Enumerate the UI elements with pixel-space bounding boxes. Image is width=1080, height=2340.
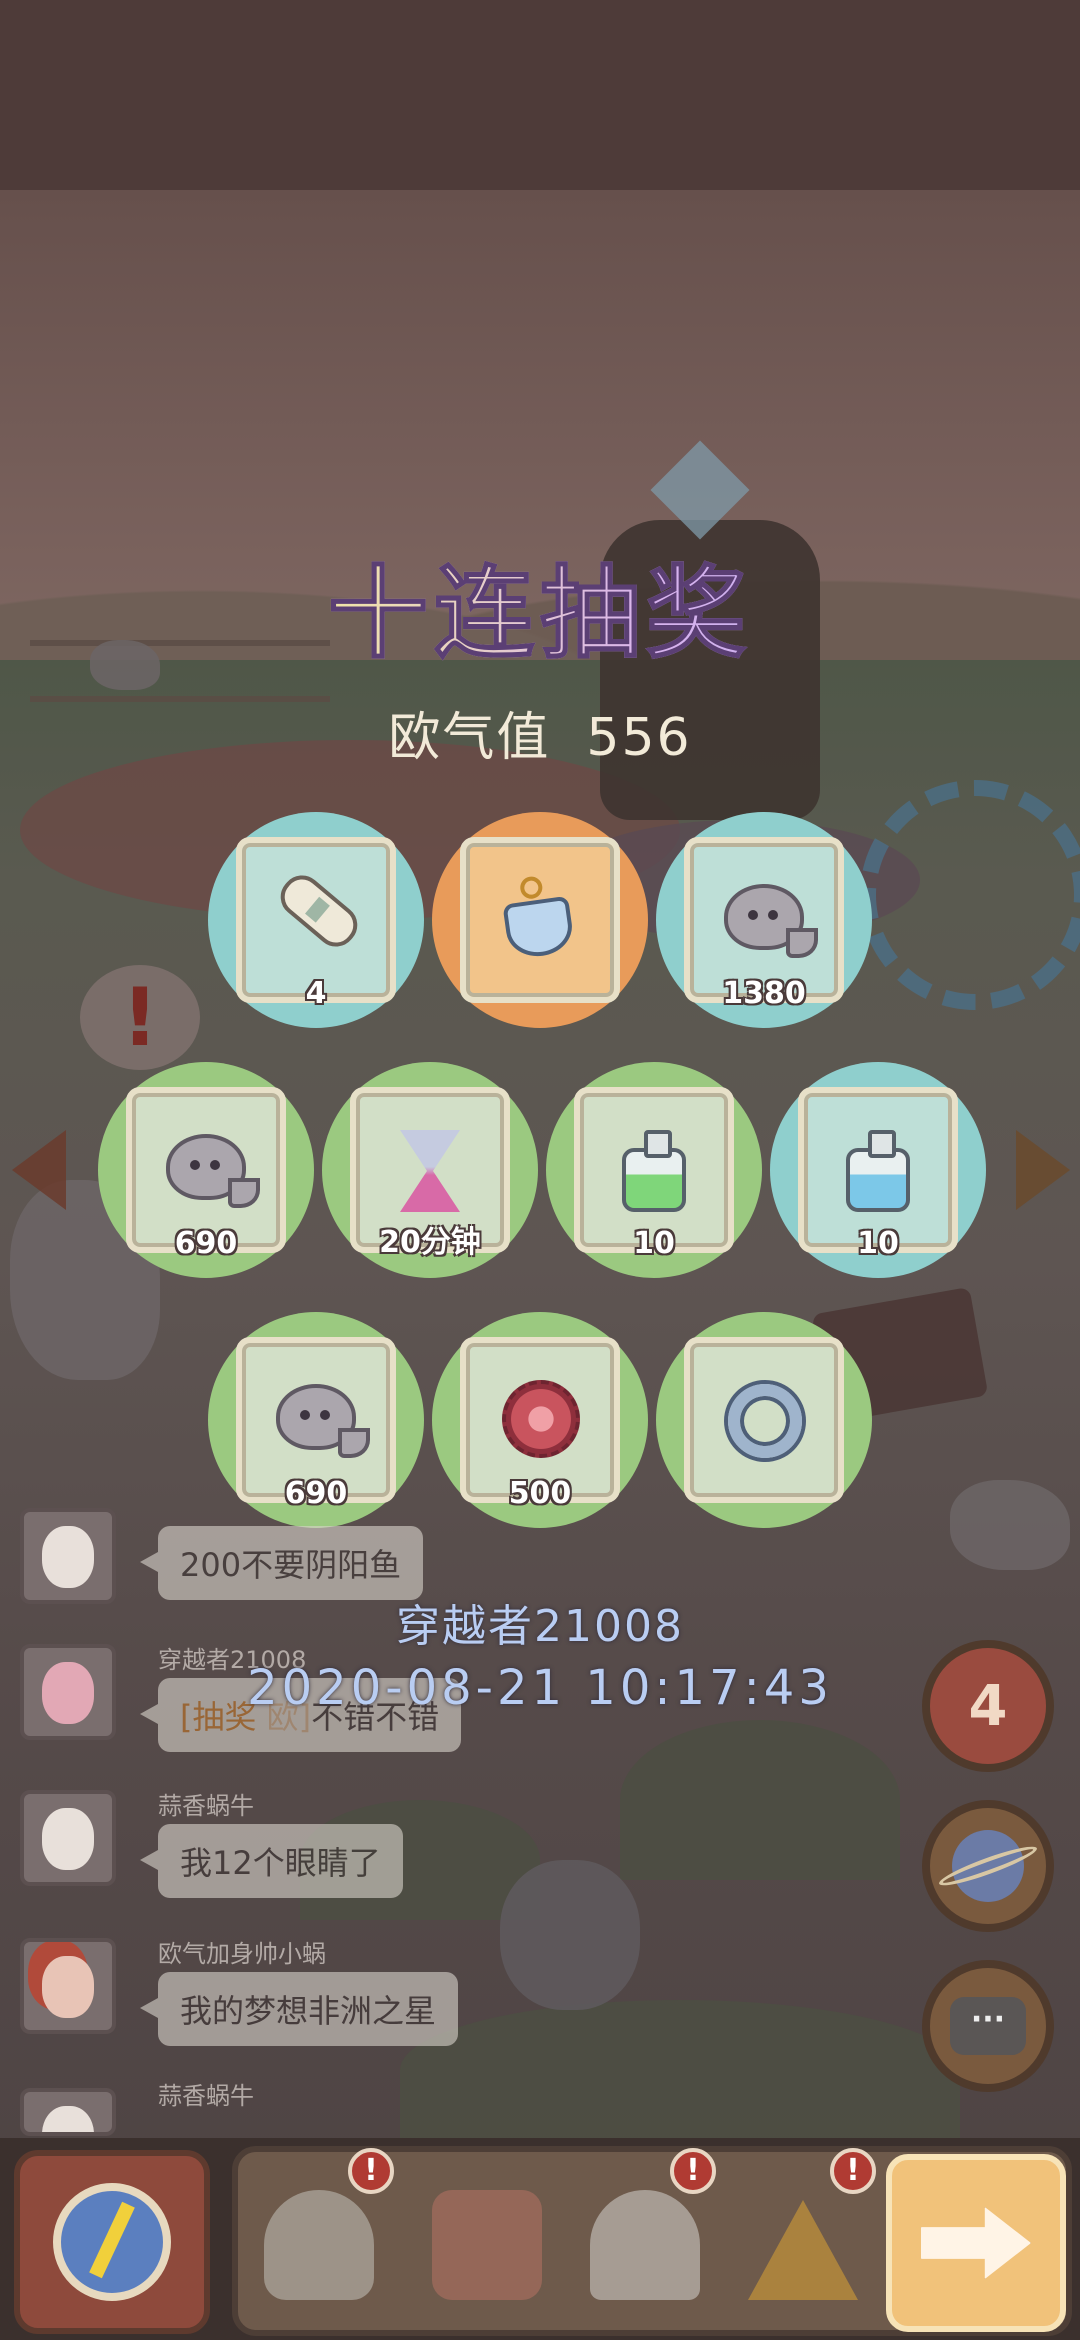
avatar[interactable] bbox=[20, 1790, 116, 1886]
reward-quantity: 690 bbox=[174, 1226, 238, 1261]
reward-slot[interactable]: 1380 bbox=[656, 812, 872, 1028]
avatar[interactable] bbox=[20, 2088, 116, 2136]
chat-bubble: 200不要阴阳鱼 bbox=[139, 1526, 424, 1600]
reward-slot[interactable] bbox=[656, 1312, 872, 1528]
exclamation-icon[interactable]: ! bbox=[80, 965, 200, 1070]
scroll-left-arrow-icon[interactable] bbox=[12, 1130, 66, 1210]
chat-button[interactable]: ··· bbox=[922, 1960, 1054, 2092]
chat-bubble: 我12个眼睛了 bbox=[140, 1824, 403, 1898]
compass-button[interactable] bbox=[14, 2150, 210, 2334]
pyramid-icon[interactable] bbox=[748, 2200, 858, 2300]
chat-username: 欧气加身帅小蜗 bbox=[158, 1940, 326, 1968]
statue-bust-icon[interactable] bbox=[590, 2190, 700, 2300]
green-potion-bottle-icon bbox=[604, 1120, 704, 1220]
timer-value: 4 bbox=[968, 1673, 1008, 1739]
next-button[interactable] bbox=[886, 2154, 1066, 2332]
chat-username: 蒜香蜗牛 bbox=[158, 2082, 254, 2110]
reward-quantity: 10 bbox=[633, 1226, 675, 1261]
reward-slot[interactable] bbox=[432, 812, 648, 1028]
reward-quantity: 500 bbox=[508, 1476, 572, 1511]
snail-icon[interactable] bbox=[264, 2190, 374, 2300]
blue-potion-bottle-icon bbox=[828, 1120, 928, 1220]
chat-bubble-icon: ··· bbox=[950, 1997, 1026, 2055]
reward-slot[interactable]: 10 bbox=[770, 1062, 986, 1278]
scroll-icon bbox=[266, 867, 366, 970]
ghost-blob-icon bbox=[156, 1120, 260, 1220]
gear-wheel bbox=[860, 780, 1080, 1010]
luck-value-row: 欧气值 556 bbox=[0, 695, 1080, 770]
scroll-right-arrow-icon[interactable] bbox=[1016, 1130, 1070, 1210]
planet-button[interactable] bbox=[922, 1800, 1054, 1932]
ghost-blob-icon bbox=[714, 870, 818, 970]
reward-quantity: 20分钟 bbox=[379, 1225, 481, 1260]
luck-label: 欧气值 bbox=[388, 708, 551, 768]
winner-name: 穿越者21008 bbox=[396, 1601, 684, 1652]
chat-bubble: 我的梦想非洲之星 bbox=[139, 1972, 459, 2046]
winner-timestamp: 2020-08-21 10:17:43 bbox=[247, 1660, 833, 1716]
alert-badge: ! bbox=[670, 2148, 716, 2194]
ghost-blob-icon bbox=[266, 1370, 370, 1470]
chat-username: 蒜香蜗牛 bbox=[158, 1792, 254, 1820]
luck-value: 556 bbox=[586, 708, 692, 768]
reward-slot[interactable]: 10 bbox=[546, 1062, 762, 1278]
reward-quantity: 690 bbox=[284, 1476, 348, 1511]
chat-message: 蒜香蜗牛 我12个眼睛了 bbox=[20, 1786, 720, 1916]
reward-slot[interactable]: 690 bbox=[208, 1312, 424, 1528]
alert-badge: ! bbox=[348, 2148, 394, 2194]
backpack-icon[interactable] bbox=[432, 2190, 542, 2300]
reward-quantity: 1380 bbox=[722, 976, 806, 1011]
reward-slot[interactable]: 500 bbox=[432, 1312, 648, 1528]
planet-icon bbox=[952, 1830, 1024, 1902]
heart-gem-pendant-icon bbox=[490, 870, 590, 970]
hourglass-icon bbox=[380, 1120, 480, 1220]
chat-message: 欧气加身帅小蜗 我的梦想非洲之星 bbox=[20, 1934, 720, 2064]
sea-urchin-icon bbox=[490, 1370, 590, 1470]
reward-slot[interactable]: 20分钟 bbox=[322, 1062, 538, 1278]
claw-ring-icon bbox=[714, 1370, 814, 1470]
chat-message: 蒜香蜗牛 bbox=[20, 2076, 720, 2136]
avatar[interactable] bbox=[20, 1938, 116, 2034]
arrow-right-icon bbox=[921, 2207, 1031, 2279]
reward-slot[interactable]: 4 bbox=[208, 812, 424, 1028]
reward-quantity: 10 bbox=[857, 1226, 899, 1261]
reward-quantity: 4 bbox=[305, 976, 327, 1011]
compass-icon bbox=[53, 2183, 171, 2301]
reward-slot[interactable]: 690 bbox=[98, 1062, 314, 1278]
timer-button[interactable]: 4 bbox=[922, 1640, 1054, 1772]
alert-badge: ! bbox=[830, 2148, 876, 2194]
page-title: 十连抽奖 bbox=[0, 532, 1080, 677]
